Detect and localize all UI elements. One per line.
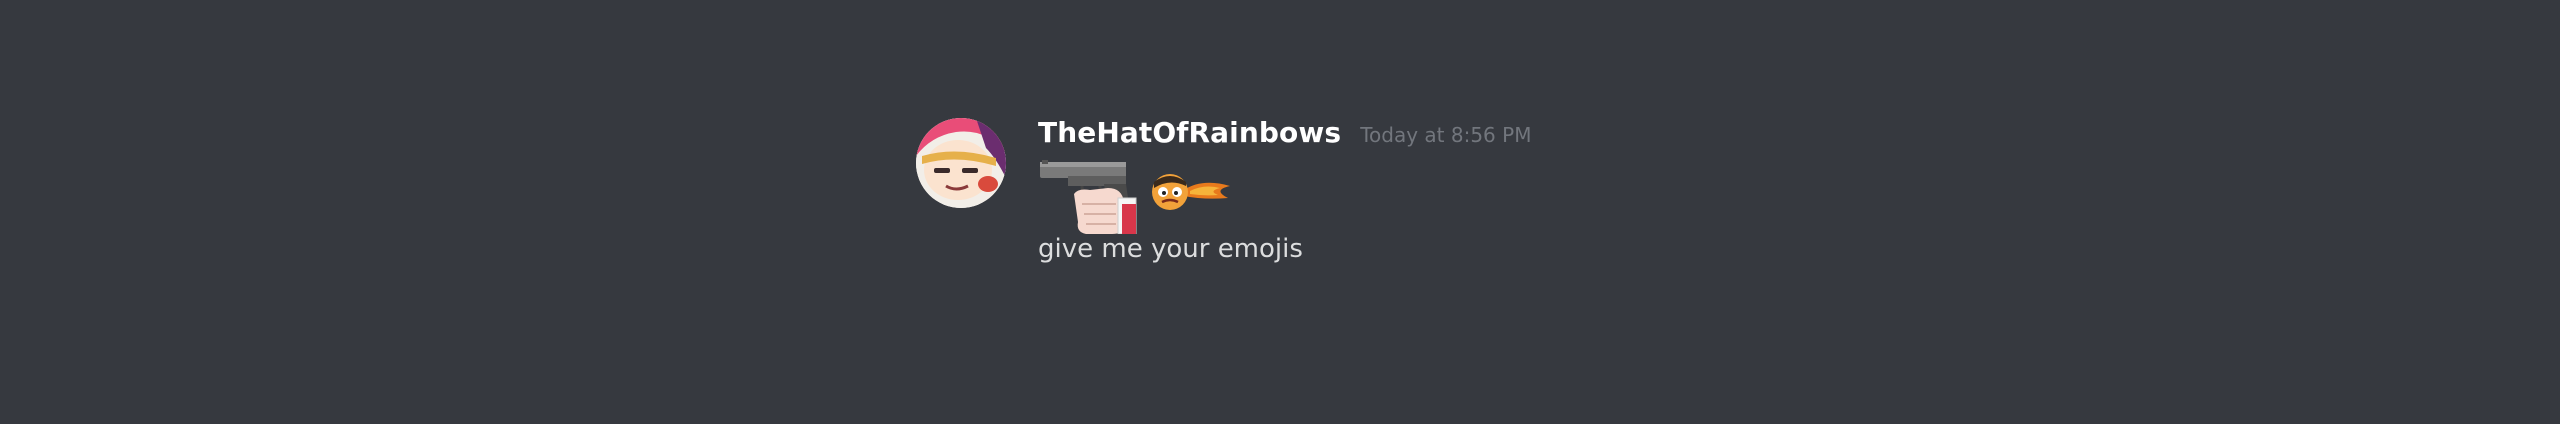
chat-message: TheHatOfRainbows Today at 8:56 PM give m… bbox=[912, 110, 1632, 290]
pointing-gun-emoji[interactable] bbox=[1038, 158, 1138, 234]
fish-face-icon bbox=[1152, 174, 1230, 210]
username[interactable]: TheHatOfRainbows bbox=[1038, 116, 1341, 149]
avatar-image bbox=[916, 118, 1006, 208]
angry-fish-face-emoji[interactable] bbox=[1150, 170, 1232, 212]
message-content: give me your emojis bbox=[1038, 234, 1303, 264]
user-avatar[interactable] bbox=[916, 118, 1006, 208]
timestamp: Today at 8:56 PM bbox=[1360, 123, 1532, 147]
message-header: TheHatOfRainbows Today at 8:56 PM bbox=[1038, 116, 1531, 149]
gun-icon bbox=[1040, 160, 1137, 234]
